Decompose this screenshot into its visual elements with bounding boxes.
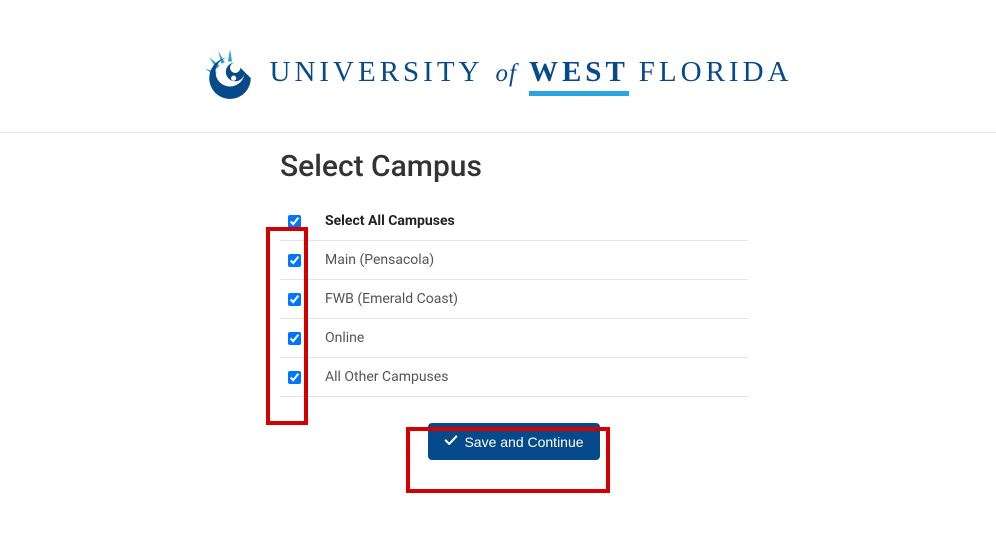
nautilus-icon xyxy=(204,48,256,104)
page-title: Select Campus xyxy=(280,149,748,184)
select-all-label: Select All Campuses xyxy=(325,213,455,229)
brand-logo: UNIVERSITY of WEST FLORIDA xyxy=(204,48,793,104)
campus-label: FWB (Emerald Coast) xyxy=(325,291,458,307)
brand-word-of: of xyxy=(494,60,519,88)
campus-row: All Other Campuses xyxy=(280,358,748,397)
save-button-label: Save and Continue xyxy=(464,434,583,450)
campus-checkbox-fwb[interactable] xyxy=(288,293,301,306)
select-all-row: Select All Campuses xyxy=(280,202,748,241)
select-all-checkbox[interactable] xyxy=(288,215,301,228)
campus-checkbox-online[interactable] xyxy=(288,332,301,345)
check-icon xyxy=(444,433,458,450)
campus-row: Main (Pensacola) xyxy=(280,241,748,280)
action-row: Save and Continue xyxy=(280,423,748,460)
save-and-continue-button[interactable]: Save and Continue xyxy=(428,423,599,460)
campus-list: Select All Campuses Main (Pensacola) FWB… xyxy=(280,202,748,397)
page-header: UNIVERSITY of WEST FLORIDA xyxy=(0,0,996,133)
campus-label: Main (Pensacola) xyxy=(325,252,434,268)
brand-word-university: UNIVERSITY xyxy=(270,56,484,89)
brand-word-florida: FLORIDA xyxy=(639,56,793,89)
brand-wordmark: UNIVERSITY of WEST FLORIDA xyxy=(270,56,793,96)
main-content: Select Campus Select All Campuses Main (… xyxy=(248,149,748,460)
brand-word-west: WEST xyxy=(529,56,629,96)
campus-checkbox-main[interactable] xyxy=(288,254,301,267)
campus-checkbox-other[interactable] xyxy=(288,371,301,384)
campus-row: Online xyxy=(280,319,748,358)
campus-row: FWB (Emerald Coast) xyxy=(280,280,748,319)
campus-label: All Other Campuses xyxy=(325,369,448,385)
campus-label: Online xyxy=(325,330,364,346)
